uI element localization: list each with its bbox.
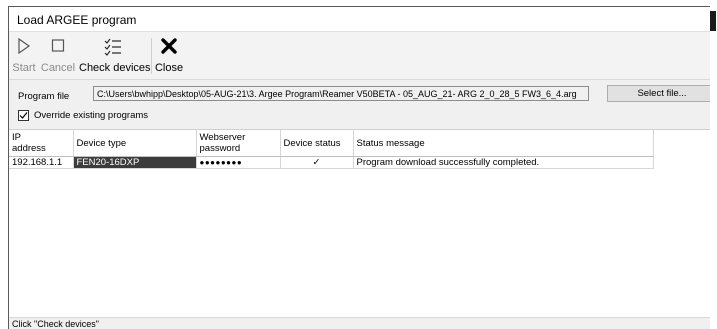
window-title: Load ARGEE program — [17, 13, 137, 27]
load-argee-dialog: Load ARGEE program Start Cancel Check de… — [8, 6, 710, 329]
check-devices-label: Check devices — [79, 62, 151, 74]
stop-icon — [40, 38, 76, 59]
header-device-type[interactable]: Device type — [73, 130, 197, 157]
program-file-field[interactable]: C:\Users\bwhipp\Desktop\05-AUG-21\3. Arg… — [93, 86, 589, 101]
close-button[interactable]: Close — [154, 32, 184, 78]
checklist-icon — [79, 38, 147, 61]
toolbar: Start Cancel Check devices Close — [9, 31, 710, 80]
settings-panel: Program file C:\Users\bwhipp\Desktop\05-… — [9, 79, 710, 130]
header-device-status[interactable]: Device status — [280, 130, 354, 157]
header-status-message[interactable]: Status message — [353, 130, 654, 157]
override-label: Override existing programs — [34, 110, 149, 121]
start-button[interactable]: Start — [11, 32, 37, 78]
table-row[interactable]: 192.168.1.1 FEN20-16DXP ●●●●●●●● ✓ Progr… — [9, 156, 654, 169]
devices-grid: IP address Device type Webserver password … — [9, 129, 710, 322]
cell-device-status: ✓ — [280, 156, 354, 169]
cancel-label: Cancel — [40, 62, 76, 74]
table-header-row: IP address Device type Webserver password … — [9, 130, 654, 157]
cell-ip-address[interactable]: 192.168.1.1 — [9, 156, 74, 169]
window-edge — [709, 11, 716, 31]
select-file-button[interactable]: Select file... — [607, 85, 710, 102]
status-bar: Click "Check devices" — [9, 317, 710, 329]
header-webserver-password[interactable]: Webserver password — [196, 130, 281, 157]
close-label: Close — [154, 62, 184, 74]
check-devices-button[interactable]: Check devices — [79, 32, 151, 78]
cancel-button[interactable]: Cancel — [40, 32, 76, 78]
header-ip-address[interactable]: IP address — [9, 130, 74, 157]
toolbar-separator — [151, 38, 152, 74]
checkmark-icon — [19, 112, 28, 119]
play-icon — [11, 37, 37, 59]
devices-table: IP address Device type Webserver password … — [9, 130, 654, 169]
override-checkbox[interactable] — [18, 110, 29, 121]
cell-device-type[interactable]: FEN20-16DXP — [73, 156, 197, 169]
cell-password[interactable]: ●●●●●●●● — [196, 156, 281, 169]
start-label: Start — [12, 62, 36, 74]
cell-status-message: Program download successfully completed. — [353, 156, 654, 169]
title-bar: Load ARGEE program — [9, 7, 710, 31]
close-icon — [154, 38, 184, 59]
program-file-label: Program file — [18, 91, 70, 102]
